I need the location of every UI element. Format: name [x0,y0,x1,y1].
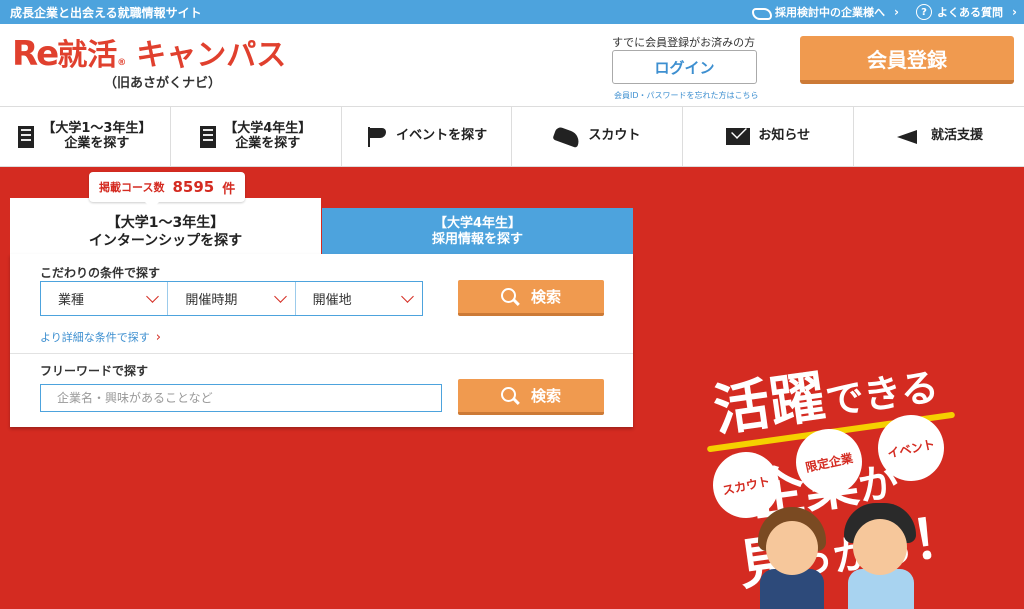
companies-link[interactable]: 採用検討中の企業様へ › [750,4,899,20]
already-member-text: すでに会員登録がお済みの方 [612,36,756,49]
nav-item-notices[interactable]: お知らせ [683,107,855,166]
megaphone-icon [895,127,923,147]
freeword-search-button[interactable]: 検索 [458,379,604,415]
tab-internship-1-3[interactable]: 【大学1〜3年生】 インターンシップを探す [10,198,321,254]
faq-link-label: よくある質問 [937,6,1003,19]
listing-count-value: 8595 [172,178,215,196]
logo-campus: キャンパス [136,38,287,73]
freeword-input[interactable] [40,384,442,412]
nav-label: イベントを探す [396,128,488,144]
main-nav: 【大学1〜3年生】 企業を探す 【大学4年生】 企業を探す イベントを探す スカウト… [0,106,1024,167]
listing-count-badge: 掲載コース数 8595 件 [89,172,246,209]
companies-link-label: 採用検討中の企業様へ [775,6,885,19]
logo-registered-mark: ® [117,58,127,68]
period-select[interactable]: 開催時期 [168,282,296,315]
chevron-right-icon: › [894,5,899,19]
mail-icon [726,128,751,145]
building-icon [200,125,217,148]
login-button[interactable]: ログイン [612,50,757,84]
character-girl-illustration [752,507,832,609]
character-boy-illustration [840,503,922,609]
forgot-password-link[interactable]: 会員ID・パスワードを忘れた方はこちら [614,90,759,101]
nav-item-search-companies-4[interactable]: 【大学4年生】 企業を探す [171,107,342,166]
nav-label: お知らせ [758,128,811,144]
logo-subtitle: （旧あさがくナビ） [104,76,222,91]
chevron-down-icon [273,289,287,303]
listing-count-unit: 件 [222,181,236,197]
nav-item-scout[interactable]: スカウト [512,107,684,166]
nav-label: 就活支援 [931,128,984,144]
listing-count-label: 掲載コース数 [99,181,165,194]
conditions-label: こだわりの条件で探す [40,266,161,280]
building-icon [18,125,35,148]
search-panel-body: こだわりの条件で探す 業種 開催時期 開催地 検索 より詳細な条件で探す › フリ… [10,254,633,427]
logo-shukatsu: 就活 [57,38,118,73]
handshake-icon [750,5,772,20]
site-logo[interactable]: Re 就活 ® キャンパス （旧あさがくナビ） [12,30,286,91]
nav-label: 【大学1〜3年生】 企業を探す [42,120,152,151]
nav-item-search-companies-1-3[interactable]: 【大学1〜3年生】 企業を探す [0,107,171,166]
shoe-icon [552,125,583,148]
site-tagline: 成長企業と出会える就職情報サイト [10,6,202,20]
search-panel: 【大学1〜3年生】 インターンシップを探す 【大学4年生】 採用情報を探す こだ… [10,198,633,427]
logo-re: Re [12,34,59,74]
chevron-down-icon [401,289,414,303]
search-icon [500,287,519,306]
faq-link[interactable]: ? よくある質問 › [916,4,1017,20]
register-button[interactable]: 会員登録 [800,36,1014,84]
condition-selects: 業種 開催時期 開催地 [40,281,423,316]
site-header: Re 就活 ® キャンパス （旧あさがくナビ） すでに会員登録がお済みの方 ログ… [0,24,1024,106]
tab-recruit-4[interactable]: 【大学4年生】 採用情報を探す [322,208,633,254]
question-icon: ? [916,4,932,20]
nav-item-job-support[interactable]: 就活支援 [854,107,1024,166]
more-conditions-link[interactable]: より詳細な条件で探す › [40,329,161,345]
industry-select[interactable]: 業種 [41,282,169,315]
divider [10,353,633,354]
top-bar: 成長企業と出会える就職情報サイト 採用検討中の企業様へ › ? よくある質問 › [0,0,1024,24]
chevron-right-icon: › [1012,5,1017,19]
nav-label: スカウト [588,128,641,144]
nav-item-events[interactable]: イベントを探す [342,107,513,166]
chevron-down-icon [146,289,160,303]
flag-icon [366,126,388,147]
nav-label: 【大学4年生】 企業を探す [224,120,312,151]
search-icon [500,386,519,405]
conditions-search-button[interactable]: 検索 [458,280,604,316]
location-select[interactable]: 開催地 [296,282,422,315]
freeword-label: フリーワードで探す [40,364,149,378]
chevron-right-icon: › [155,329,161,345]
